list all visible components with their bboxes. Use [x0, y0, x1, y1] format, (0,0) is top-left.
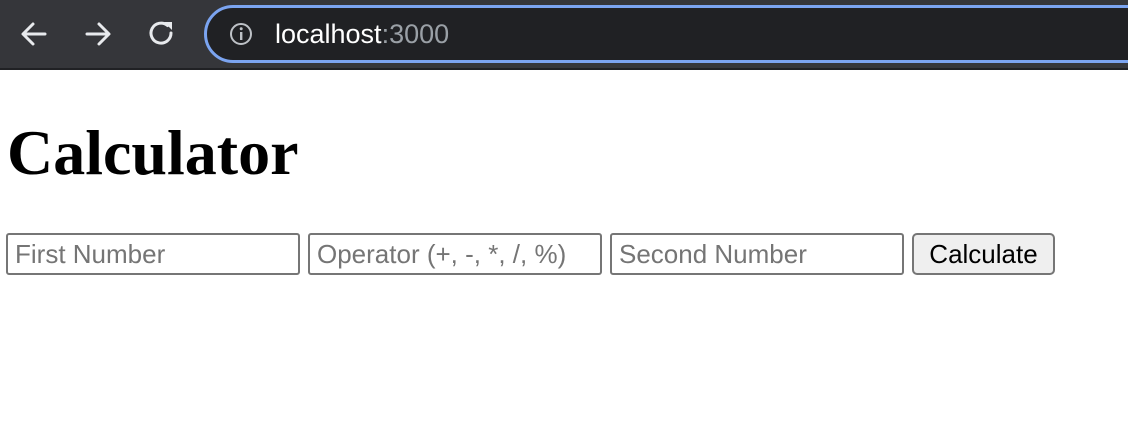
- browser-toolbar: localhost:3000: [0, 0, 1128, 70]
- first-number-input[interactable]: [6, 233, 300, 275]
- address-bar[interactable]: localhost:3000: [204, 5, 1128, 63]
- forward-button[interactable]: [78, 14, 118, 54]
- reload-button[interactable]: [142, 14, 182, 54]
- arrow-right-icon: [85, 22, 111, 46]
- second-number-input[interactable]: [610, 233, 904, 275]
- arrow-left-icon: [21, 22, 47, 46]
- url-port: :3000: [381, 19, 450, 49]
- page-title: Calculator: [7, 117, 299, 188]
- info-icon[interactable]: [229, 22, 253, 46]
- reload-icon: [149, 21, 173, 45]
- page-content: Calculator Calculate: [0, 72, 1128, 440]
- calculate-button[interactable]: Calculate: [912, 233, 1055, 275]
- operator-input[interactable]: [308, 233, 602, 275]
- address-url[interactable]: localhost:3000: [275, 18, 449, 50]
- back-button[interactable]: [14, 14, 54, 54]
- url-host: localhost: [275, 19, 382, 49]
